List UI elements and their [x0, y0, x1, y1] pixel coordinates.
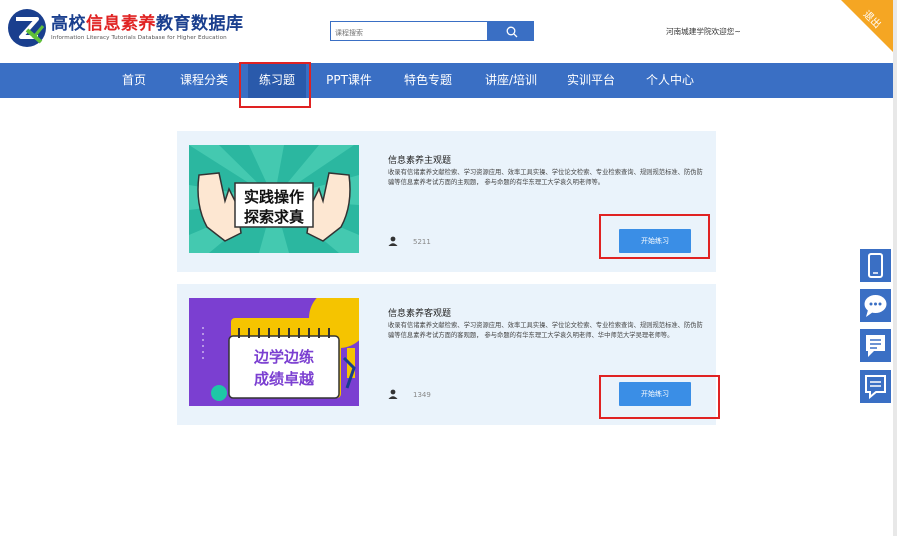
message-button[interactable] [860, 370, 891, 403]
site-title-part-2: 信息素养 [86, 14, 156, 34]
nav-personal-center[interactable]: 个人中心 [644, 63, 696, 98]
nav-course-category[interactable]: 课程分类 [178, 63, 230, 98]
logout-button[interactable]: 退出 [841, 0, 897, 56]
user-icon [388, 236, 398, 246]
main-nav: 首页 课程分类 练习题 PPT课件 特色专题 讲座/培训 实训平台 个人中心 [0, 63, 893, 98]
thumbnail-text-line-2: 探索求真 [244, 208, 304, 226]
site-title-part-3: 教育数据库 [156, 14, 244, 34]
comment-icon [866, 335, 885, 357]
learning-banner-image: 边学边练 成绩卓越 [189, 298, 359, 406]
participant-count: 5211 [413, 238, 431, 246]
logo-icon[interactable] [7, 8, 47, 48]
page: 高校信息素养教育数据库 Information Literacy Tutoria… [0, 0, 897, 536]
site-title[interactable]: 高校信息素养教育数据库 [51, 9, 244, 34]
thumbnail-text-line-1: 实践操作 [244, 188, 304, 206]
nav-training-platform[interactable]: 实训平台 [565, 63, 617, 98]
course-description: 收录有信诸素养文献检索、学习资源应用、效率工具实操、学位论文检索、专业检索查询、… [388, 169, 703, 187]
course-thumbnail[interactable]: 边学边练 成绩卓越 [189, 298, 359, 406]
nav-home[interactable]: 首页 [118, 63, 150, 98]
highlight-box-start-1 [599, 214, 710, 259]
chat-bubble-icon [864, 295, 887, 317]
scrollbar[interactable] [893, 0, 897, 536]
header: 高校信息素养教育数据库 Information Literacy Tutoria… [0, 0, 897, 63]
highlight-box-start-2 [599, 375, 720, 419]
nav-special-topics[interactable]: 特色专题 [402, 63, 454, 98]
message-icon [865, 375, 886, 400]
search-button[interactable] [488, 21, 534, 41]
highlight-box-nav [239, 62, 311, 108]
chat-button[interactable] [860, 289, 891, 322]
course-description: 收录有信诸素养文献检索、学习资源应用、效率工具实操、学位论文检索、专业检索查询、… [388, 322, 703, 340]
search-icon [506, 26, 518, 38]
welcome-text: 河南城建学院欢迎您~ [666, 27, 741, 36]
site-subtitle: Information Literacy Tutorials Database … [51, 35, 227, 41]
thumbnail-text-line-2: 成绩卓越 [254, 370, 315, 388]
user-icon [388, 389, 398, 399]
course-title[interactable]: 信息素养客观题 [388, 306, 451, 319]
mobile-button[interactable] [860, 249, 891, 282]
practice-banner-image: 实践操作 探索求真 [189, 145, 359, 253]
nav-lectures[interactable]: 讲座/培训 [482, 63, 540, 98]
nav-ppt[interactable]: PPT课件 [325, 63, 373, 98]
thumbnail-text-line-1: 边学边练 [253, 348, 314, 366]
search-input[interactable] [330, 21, 488, 41]
course-title[interactable]: 信息素养主观题 [388, 153, 451, 166]
comment-button[interactable] [860, 329, 891, 362]
site-title-part-1: 高校 [51, 14, 86, 34]
course-thumbnail[interactable]: 实践操作 探索求真 [189, 145, 359, 253]
participant-count: 1349 [413, 391, 431, 399]
mobile-icon [868, 253, 883, 278]
